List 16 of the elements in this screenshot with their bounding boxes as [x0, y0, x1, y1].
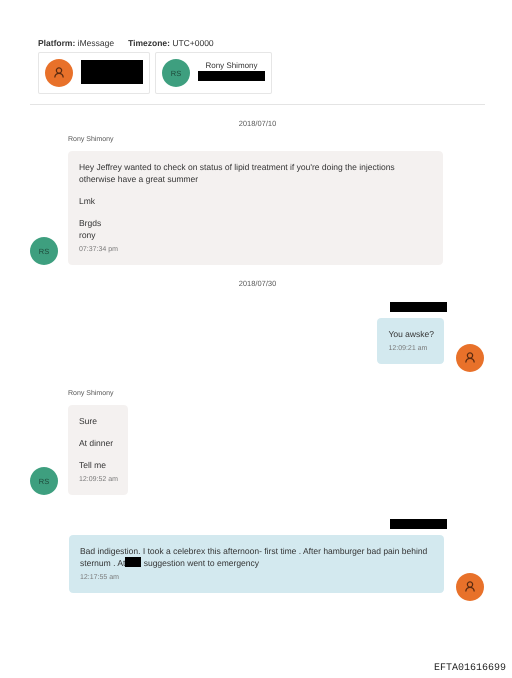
platform-label: Platform: iMessage	[38, 38, 114, 48]
person-icon	[465, 581, 475, 592]
message-text: Lmk	[79, 195, 96, 207]
document-id: EFTA01616699	[434, 663, 506, 674]
message-text: Sure	[79, 415, 98, 427]
message-text: You awske?	[388, 328, 434, 340]
message-text: Bad indigestion. I took a celebrex this afternoon- first time . After hamburger bad pain behind sternum . At suggestion went to emergency	[80, 545, 428, 569]
message-text: At dinner	[79, 437, 114, 449]
message-text: Hey Jeffrey wanted to check on status of lipid treatment if you're doing the injections otherwise have a great summer	[79, 161, 396, 185]
message-text: Brgds rony	[79, 217, 102, 241]
person-icon	[465, 352, 475, 363]
person-icon	[54, 67, 64, 78]
timezone-label: Timezone: UTC+0000	[128, 38, 214, 48]
redaction-bar	[125, 557, 142, 567]
participant-name: Rony Shimony	[204, 61, 259, 70]
message-text: Tell me	[79, 459, 107, 471]
